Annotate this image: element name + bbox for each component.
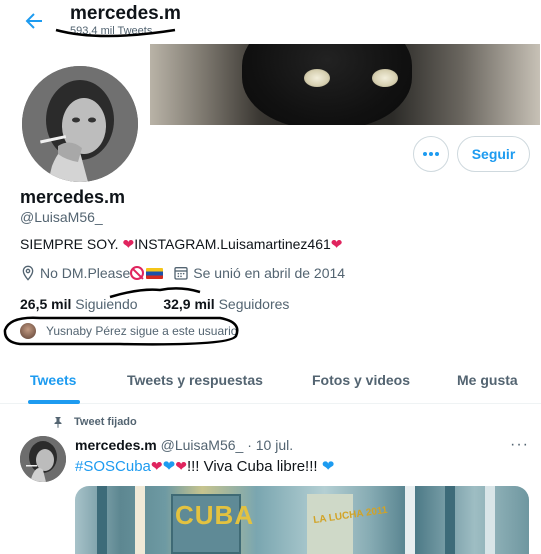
- header-name: mercedes.m: [70, 3, 181, 24]
- cuba-sign-text: CUBA: [175, 500, 255, 530]
- bio-text-1: SIEMPRE SOY.: [20, 236, 123, 252]
- top-bar: mercedes.m 593,4 mil Tweets: [0, 0, 541, 44]
- tweet-avatar[interactable]: [20, 436, 66, 482]
- cat-eye-left: [304, 69, 330, 87]
- media-stripe: [97, 486, 107, 554]
- tweet-media-image[interactable]: CUBA LA LUCHA 2011: [75, 486, 529, 554]
- header-tweet-count: 593,4 mil Tweets: [70, 25, 153, 37]
- media-stripe: [445, 486, 455, 554]
- cat-eye-right: [372, 69, 398, 87]
- active-tab-indicator: [28, 400, 80, 404]
- follower-avatar: [20, 323, 36, 339]
- location-text: No DM.Please: [40, 265, 131, 281]
- blue-heart-icon: ❤: [162, 458, 176, 475]
- tweet-text: #SOSCuba❤❤❤!!! Viva Cuba libre!!! ❤: [75, 457, 334, 475]
- more-options-button[interactable]: [413, 136, 449, 172]
- location-icon: [22, 265, 34, 281]
- heart-icon: ❤: [330, 236, 343, 252]
- profile-name: mercedes.m: [20, 187, 126, 207]
- heart-icon: ❤: [150, 458, 163, 474]
- banner-photo: [150, 44, 540, 125]
- following-link[interactable]: 26,5 mil Siguiendo: [20, 296, 138, 312]
- heart-icon: ❤: [122, 236, 135, 252]
- profile-meta: No DM.Please Se unió en abril de 2014: [20, 265, 345, 281]
- pinned-label-text: Tweet fijado: [74, 416, 137, 428]
- tweet-header: mercedes.m @LuisaM56_ · 10 jul.: [75, 437, 293, 453]
- pinned-tweet-label: Tweet fijado: [52, 416, 137, 428]
- tweet-hashtag[interactable]: #SOSCuba: [75, 458, 151, 475]
- followers-count: 32,9 mil: [163, 296, 215, 312]
- tab-tweets-and-replies[interactable]: Tweets y respuestas: [127, 356, 263, 403]
- tweet-more-icon[interactable]: ···: [510, 436, 529, 454]
- bio-text-2: INSTAGRAM.Luisamartinez461: [134, 236, 331, 252]
- prohibited-icon: [130, 266, 145, 280]
- profile-bio: SIEMPRE SOY. ❤INSTAGRAM.Luisamartinez461…: [20, 236, 343, 253]
- tab-likes[interactable]: Me gusta: [457, 356, 518, 403]
- media-stripe: [485, 486, 495, 554]
- heart-icon: ❤: [175, 458, 187, 474]
- followers-link[interactable]: 32,9 mil Seguidores: [163, 296, 289, 312]
- followers-label: Seguidores: [214, 296, 290, 312]
- tweet-author-name[interactable]: mercedes.m: [75, 437, 157, 453]
- more-dots-icon: [423, 152, 439, 156]
- back-arrow-icon[interactable]: [22, 9, 46, 33]
- joined-date: Se unió en abril de 2014: [193, 265, 346, 281]
- following-label: Siguiendo: [71, 296, 138, 312]
- pin-icon: [54, 417, 62, 428]
- tweet-text-mid: !!! Viva Cuba libre!!!: [186, 458, 322, 475]
- blue-heart-icon: ❤: [321, 458, 335, 475]
- media-stripe: [135, 486, 145, 554]
- tab-photos-and-videos[interactable]: Fotos y videos: [312, 356, 410, 403]
- followed-by-notice[interactable]: Yusnaby Pérez sigue a este usuario: [20, 323, 237, 339]
- media-stripe: [405, 486, 415, 554]
- profile-tabs: Tweets Tweets y respuestas Fotos y video…: [0, 356, 541, 404]
- calendar-icon: [174, 267, 188, 280]
- profile-avatar[interactable]: [18, 62, 142, 186]
- tweet-author-handle[interactable]: @LuisaM56_: [161, 437, 244, 453]
- followed-by-text: Yusnaby Pérez sigue a este usuario: [46, 324, 238, 338]
- venezuela-flag-icon: [146, 267, 164, 279]
- follow-button[interactable]: Seguir: [457, 136, 530, 172]
- follow-stats: 26,5 mil Siguiendo 32,9 mil Seguidores: [20, 296, 289, 312]
- tab-tweets[interactable]: Tweets: [30, 356, 76, 403]
- tweet-date[interactable]: · 10 jul.: [243, 437, 293, 453]
- profile-handle: @LuisaM56_: [20, 209, 103, 225]
- cat-image: [242, 44, 412, 125]
- following-count: 26,5 mil: [20, 296, 72, 312]
